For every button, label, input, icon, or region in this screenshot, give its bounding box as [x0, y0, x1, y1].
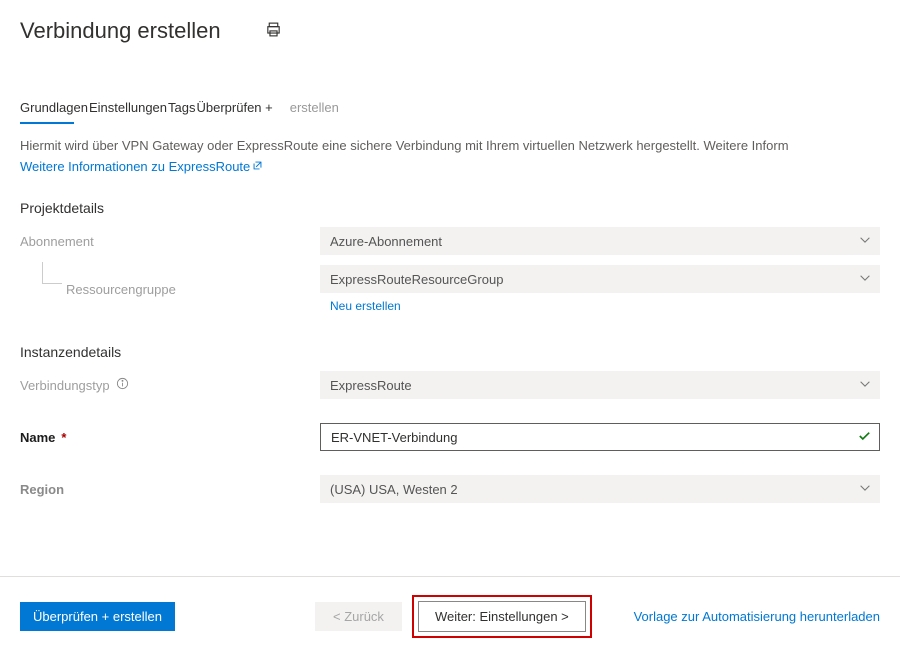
section-project-title: Projektdetails — [0, 174, 900, 222]
name-input[interactable] — [320, 423, 880, 451]
page-title: Verbindung erstellen — [20, 18, 221, 44]
tab-review[interactable]: Überprüfen + — [196, 94, 272, 121]
region-label: Region — [20, 482, 320, 497]
check-icon — [857, 428, 872, 446]
tab-tags[interactable]: Tags — [168, 94, 195, 121]
connection-type-select[interactable]: ExpressRoute — [320, 371, 880, 399]
chevron-down-icon — [858, 377, 872, 394]
name-label: Name * — [20, 430, 320, 445]
tab-bar: Grundlagen Einstellungen Tags Überprüfen… — [0, 52, 900, 121]
tab-settings[interactable]: Einstellungen — [89, 94, 167, 121]
section-instance-title: Instanzendetails — [0, 318, 900, 366]
highlight-box: Weiter: Einstellungen > — [412, 595, 592, 638]
chevron-down-icon — [858, 481, 872, 498]
subscription-label: Abonnement — [20, 234, 320, 249]
download-template-link[interactable]: Vorlage zur Automatisierung herunterlade… — [634, 609, 880, 624]
info-icon[interactable] — [116, 377, 129, 393]
footer-bar: Überprüfen + erstellen < Zurück Weiter: … — [0, 576, 900, 660]
chevron-down-icon — [858, 271, 872, 288]
connection-type-label: Verbindungstyp — [20, 377, 320, 393]
review-create-button[interactable]: Überprüfen + erstellen — [20, 602, 175, 631]
region-select[interactable]: (USA) USA, Westen 2 — [320, 475, 880, 503]
tab-create-suffix: erstellen — [290, 94, 339, 121]
expressroute-learn-more-link[interactable]: Weitere Informationen zu ExpressRoute — [0, 159, 900, 174]
resourcegroup-select[interactable]: ExpressRouteResourceGroup — [320, 265, 880, 293]
chevron-down-icon — [858, 233, 872, 250]
description-text: Hiermit wird über VPN Gateway oder Expre… — [0, 121, 900, 159]
print-icon[interactable] — [265, 21, 282, 41]
tree-connector-icon — [42, 262, 62, 284]
tab-basics[interactable]: Grundlagen — [20, 94, 88, 121]
resourcegroup-label: Ressourcengruppe — [20, 282, 320, 297]
external-link-icon — [252, 159, 263, 174]
create-new-rg-link[interactable]: Neu erstellen — [320, 293, 401, 313]
next-settings-button[interactable]: Weiter: Einstellungen > — [418, 601, 586, 632]
subscription-select[interactable]: Azure-Abonnement — [320, 227, 880, 255]
back-button: < Zurück — [315, 602, 402, 631]
